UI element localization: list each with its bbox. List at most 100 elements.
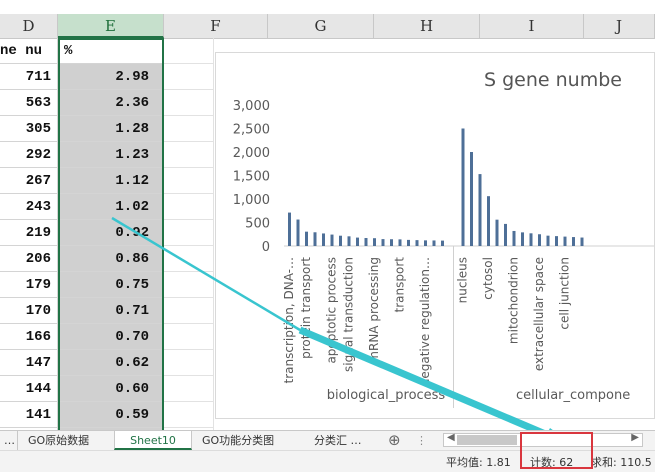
cell-f[interactable] xyxy=(164,350,214,376)
cell-d[interactable]: 292 xyxy=(0,142,58,168)
cell-e[interactable]: 0.92 xyxy=(58,220,164,246)
tab-sheet10[interactable]: Sheet10 xyxy=(114,431,192,450)
table-row: 144 0.60 xyxy=(0,376,214,402)
chart-bar xyxy=(364,238,368,246)
chart-bar xyxy=(398,239,402,246)
scroll-left-icon[interactable]: ◀ xyxy=(447,432,455,443)
chart-bar xyxy=(296,219,300,246)
highlight-box xyxy=(520,432,593,469)
chart-bar xyxy=(461,128,465,246)
cell-f[interactable] xyxy=(164,194,214,220)
cell-f[interactable] xyxy=(164,168,214,194)
add-sheet-icon[interactable]: ⊕ xyxy=(384,431,404,450)
column-header-i[interactable]: I xyxy=(480,14,584,38)
cell-d[interactable]: 206 xyxy=(0,246,58,272)
column-header-d[interactable]: D xyxy=(0,14,58,38)
chart-bar xyxy=(381,239,385,246)
cell-e[interactable]: 2.36 xyxy=(58,90,164,116)
y-tick-label: 3,000 xyxy=(233,99,270,114)
cell-f[interactable] xyxy=(164,64,214,90)
chart-bar xyxy=(580,237,584,246)
chart-bar xyxy=(512,230,516,246)
table-row: 206 0.86 xyxy=(0,246,214,272)
cell-d[interactable]: 243 xyxy=(0,194,58,220)
cell-f[interactable] xyxy=(164,402,214,428)
y-tick-label: 0 xyxy=(262,240,270,255)
tab-go-classification-chart[interactable]: GO功能分类图 xyxy=(198,431,278,450)
chart-title: S gene numbe xyxy=(484,69,622,91)
cell-e[interactable]: 2.98 xyxy=(58,64,164,90)
chart-area[interactable]: S gene numbe 3,000 2,500 2,000 1,500 1,000 500… xyxy=(215,52,655,419)
chart-bar xyxy=(347,236,351,246)
cell-f[interactable] xyxy=(164,90,214,116)
table-row: 711 2.98 xyxy=(0,64,214,90)
cell-f[interactable] xyxy=(164,116,214,142)
column-header-e[interactable]: E xyxy=(58,14,164,38)
chart-bar xyxy=(407,239,410,246)
table-row: 243 1.02 xyxy=(0,194,214,220)
cell-d[interactable]: 147 xyxy=(0,350,58,376)
column-header-h[interactable]: H xyxy=(374,14,480,38)
tab-summary[interactable]: 分类汇 … xyxy=(310,431,366,450)
table-row: 563 2.36 xyxy=(0,90,214,116)
chart-bar xyxy=(432,240,436,246)
chart-bar xyxy=(288,212,291,246)
cell-d[interactable]: 711 xyxy=(0,64,58,90)
cell-d[interactable]: ne nu xyxy=(0,38,58,64)
cell-f[interactable] xyxy=(164,246,214,272)
cell-f[interactable] xyxy=(164,38,214,64)
chart-bar xyxy=(313,232,317,246)
chart-bar xyxy=(415,240,419,246)
cell-e[interactable]: 0.59 xyxy=(58,402,164,428)
table-row: 179 0.75 xyxy=(0,272,214,298)
cell-d[interactable]: 267 xyxy=(0,168,58,194)
chart-bar xyxy=(546,235,550,246)
cell-f[interactable] xyxy=(164,142,214,168)
cell-e[interactable]: 1.02 xyxy=(58,194,164,220)
bar-chart: S gene numbe 3,000 2,500 2,000 1,500 1,000 500… xyxy=(233,69,654,408)
cell-d[interactable]: 179 xyxy=(0,272,58,298)
cell-e[interactable]: 1.28 xyxy=(58,116,164,142)
chart-bar xyxy=(538,234,541,246)
cell-e[interactable]: 0.86 xyxy=(58,246,164,272)
cell-d[interactable]: 170 xyxy=(0,298,58,324)
column-header-j[interactable]: J xyxy=(584,14,655,38)
column-header-g[interactable]: G xyxy=(268,14,374,38)
cell-e[interactable]: 0.70 xyxy=(58,324,164,350)
chart-bar xyxy=(373,238,376,246)
chart-bar xyxy=(356,237,359,246)
cell-d[interactable]: 563 xyxy=(0,90,58,116)
cell-e[interactable]: 0.62 xyxy=(58,350,164,376)
cell-d[interactable]: 219 xyxy=(0,220,58,246)
cell-e[interactable]: 0.71 xyxy=(58,298,164,324)
x-tick-label: negative regulation… xyxy=(418,257,432,386)
chart-bar xyxy=(330,234,334,246)
scrollbar-thumb[interactable] xyxy=(457,435,517,445)
cell-d[interactable]: 144 xyxy=(0,376,58,402)
table-row: 219 0.92 xyxy=(0,220,214,246)
cell-d[interactable]: 141 xyxy=(0,402,58,428)
cell-e[interactable]: 0.75 xyxy=(58,272,164,298)
cell-f[interactable] xyxy=(164,324,214,350)
tab-scroll-left[interactable]: … xyxy=(0,431,18,450)
x-tick-label: mRNA processing xyxy=(367,257,381,363)
cell-f[interactable] xyxy=(164,298,214,324)
cell-f[interactable] xyxy=(164,376,214,402)
x-tick-label: cell junction xyxy=(558,257,572,330)
cell-d[interactable]: 305 xyxy=(0,116,58,142)
cell-f[interactable] xyxy=(164,272,214,298)
tab-go-raw-data[interactable]: GO原始数据 xyxy=(24,431,93,450)
cell-d[interactable]: 166 xyxy=(0,324,58,350)
chart-bar xyxy=(521,232,524,246)
chart-bar xyxy=(339,235,342,246)
cell-e[interactable]: 0.60 xyxy=(58,376,164,402)
cell-e[interactable]: 1.12 xyxy=(58,168,164,194)
chart-bar xyxy=(478,174,482,246)
cell-f[interactable] xyxy=(164,220,214,246)
scroll-right-icon[interactable]: ▶ xyxy=(631,432,639,443)
x-tick-label: transport xyxy=(393,257,407,313)
column-header-f[interactable]: F xyxy=(164,14,268,38)
cell-e[interactable]: % xyxy=(58,38,164,64)
group-label: biological_process xyxy=(327,388,446,403)
cell-e[interactable]: 1.23 xyxy=(58,142,164,168)
